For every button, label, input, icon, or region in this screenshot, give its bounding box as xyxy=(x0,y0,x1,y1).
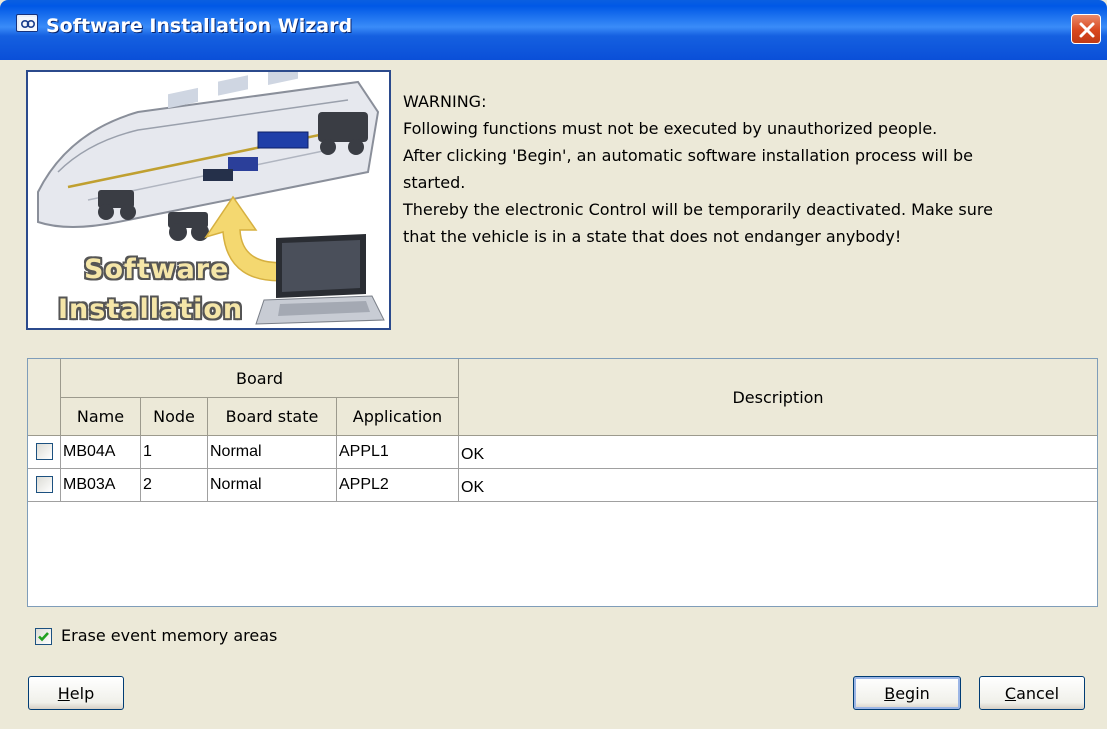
help-button[interactable]: Help xyxy=(28,676,124,710)
wizard-app-icon xyxy=(16,14,38,32)
begin-button[interactable]: Begin xyxy=(853,676,961,710)
column-header-application[interactable]: Application xyxy=(337,398,459,436)
cell-description: OK xyxy=(461,479,485,496)
cancel-button[interactable]: Cancel xyxy=(979,676,1085,710)
column-header-name[interactable]: Name xyxy=(61,398,141,436)
cell-application: APPL1 xyxy=(337,436,459,468)
train-illustration xyxy=(37,72,385,325)
cell-node: 2 xyxy=(141,469,208,501)
cancel-mnemonic: C xyxy=(1004,683,1017,703)
banner-title-line1: Software xyxy=(84,254,230,285)
row-checkbox[interactable] xyxy=(36,476,53,493)
erase-memory-checkbox[interactable] xyxy=(35,628,52,645)
help-label: elp xyxy=(69,683,95,703)
begin-mnemonic: B xyxy=(884,683,896,703)
warning-line: Thereby the electronic Control will be t… xyxy=(403,200,993,219)
close-icon xyxy=(1079,22,1095,38)
cell-name: MB03A xyxy=(61,469,141,501)
checkmark-icon xyxy=(38,632,49,642)
row-select-cell[interactable] xyxy=(28,436,61,468)
row-select-cell[interactable] xyxy=(28,469,61,501)
warning-line: started. xyxy=(403,173,466,192)
cell-board-state: Normal xyxy=(208,469,337,501)
column-header-description[interactable]: Description xyxy=(459,359,1097,436)
cell-node: 1 xyxy=(141,436,208,468)
title-bar[interactable]: Software Installation Wizard xyxy=(0,0,1107,60)
cell-name: MB04A xyxy=(61,436,141,468)
row-checkbox[interactable] xyxy=(36,443,53,460)
software-installation-banner: Software Installation xyxy=(26,70,391,330)
window-title: Software Installation Wizard xyxy=(46,15,353,37)
table-row[interactable]: MB04A 1 Normal APPL1 OK xyxy=(28,436,1097,469)
banner-title-line2: Installation xyxy=(58,294,244,325)
warning-line: Following functions must not be executed… xyxy=(403,119,938,138)
close-button[interactable] xyxy=(1071,14,1101,44)
warning-line: After clicking 'Begin', an automatic sof… xyxy=(403,146,973,165)
help-mnemonic: H xyxy=(57,683,70,703)
cancel-label: ancel xyxy=(1016,683,1060,703)
cell-description: OK xyxy=(461,446,485,463)
dialog-body: Software Installation WARNING: Following… xyxy=(0,60,1107,729)
cell-application: APPL2 xyxy=(337,469,459,501)
erase-memory-label[interactable]: Erase event memory areas xyxy=(61,626,277,645)
column-header-node[interactable]: Node xyxy=(141,398,208,436)
begin-label: egin xyxy=(895,683,930,703)
table-row[interactable]: MB03A 2 Normal APPL2 OK xyxy=(28,469,1097,502)
cell-board-state: Normal xyxy=(208,436,337,468)
warning-heading: WARNING: xyxy=(403,92,487,111)
selector-column-header xyxy=(28,359,61,436)
warning-line: that the vehicle is in a state that does… xyxy=(403,227,902,246)
board-group-header: Board xyxy=(61,359,459,398)
table-header: Board Name Node Board state Application … xyxy=(28,359,1097,436)
warning-message: WARNING: Following functions must not be… xyxy=(403,88,1093,250)
column-header-board-state[interactable]: Board state xyxy=(208,398,337,436)
board-table[interactable]: Board Name Node Board state Application … xyxy=(27,358,1098,607)
